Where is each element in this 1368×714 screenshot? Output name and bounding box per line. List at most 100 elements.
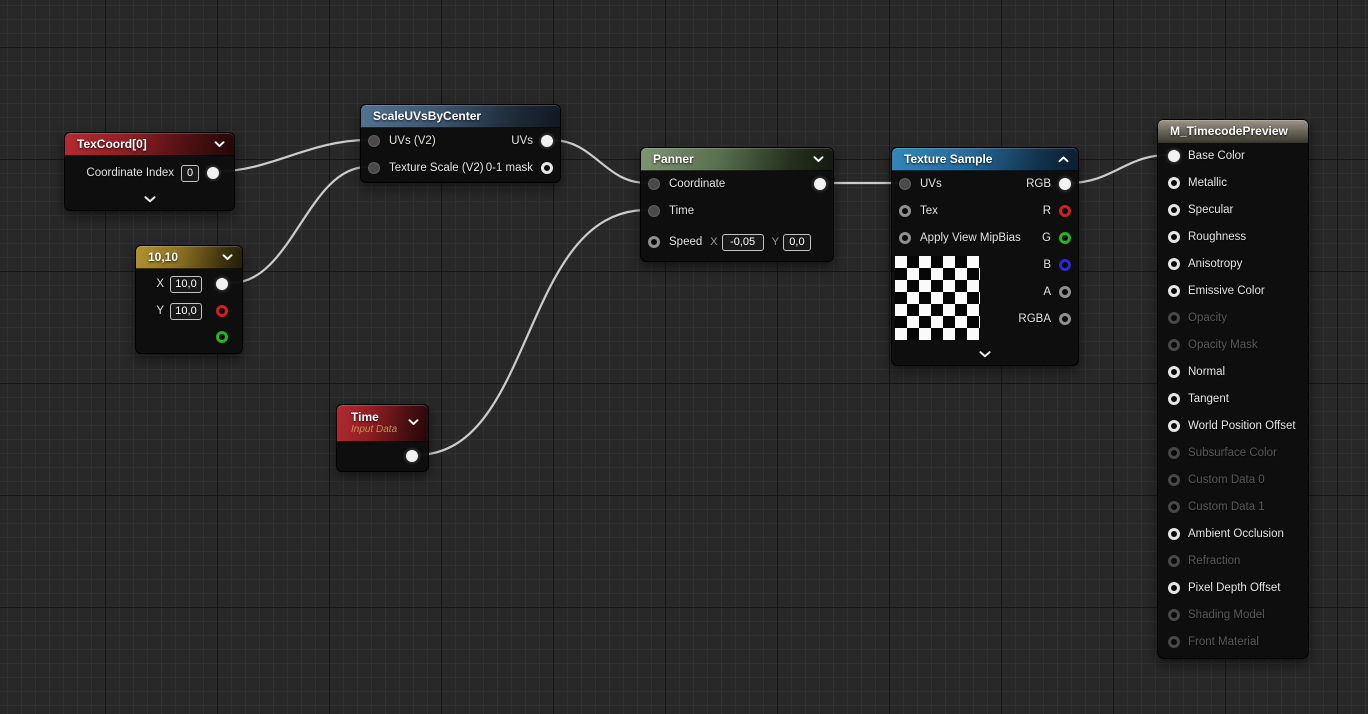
- chevron-up-icon[interactable]: [1058, 156, 1069, 163]
- wire-texturesample-to-material[interactable]: [1069, 155, 1168, 183]
- pin-label: B: [1043, 259, 1051, 271]
- node-time-header[interactable]: Time Input Data: [337, 405, 428, 442]
- chevron-down-icon[interactable]: [214, 141, 225, 148]
- output-pin-a[interactable]: [1059, 286, 1071, 298]
- input-pin-texture-scale[interactable]: [368, 162, 380, 174]
- speed-x-input[interactable]: [722, 234, 764, 251]
- wire-time-to-panner[interactable]: [416, 210, 647, 455]
- output-pin-vector[interactable]: [216, 278, 228, 290]
- pin-label: Opacity: [1188, 312, 1227, 324]
- pin-label: Speed: [669, 236, 702, 248]
- x-value-input[interactable]: [170, 276, 202, 293]
- node-scale-uvs-by-center[interactable]: ScaleUVsByCenter UVs (V2) UVs Texture Sc…: [360, 104, 561, 183]
- node-panner[interactable]: Panner Coordinate Time Speed X Y: [640, 147, 834, 262]
- input-pin-normal[interactable]: [1168, 366, 1180, 378]
- node-texcoord[interactable]: TexCoord[0] Coordinate Index: [64, 132, 235, 211]
- input-pin-ambient-occlusion[interactable]: [1168, 528, 1180, 540]
- coordinate-index-row: Coordinate Index: [86, 166, 226, 180]
- input-pin-world-position-offset[interactable]: [1168, 420, 1180, 432]
- speed-x-label: X: [710, 236, 717, 248]
- input-pin-coordinate[interactable]: [648, 178, 660, 190]
- material-row-specular: Specular: [1158, 203, 1233, 217]
- input-pin-tangent[interactable]: [1168, 393, 1180, 405]
- graph-canvas[interactable]: TexCoord[0] Coordinate Index ScaleUVsByC…: [0, 0, 1368, 714]
- input-pin-tex[interactable]: [899, 205, 911, 217]
- output-pin-rgb[interactable]: [1059, 178, 1071, 190]
- coordinate-index-input[interactable]: [181, 165, 199, 182]
- pin-label: Coordinate: [669, 178, 725, 190]
- node-time[interactable]: Time Input Data: [336, 404, 429, 472]
- output-pin-r[interactable]: [216, 305, 228, 317]
- wire-const2vector-to-scaleuvs[interactable]: [231, 167, 367, 283]
- output-row-g: G: [1042, 231, 1078, 245]
- pin-label: Anisotropy: [1188, 258, 1242, 270]
- node-title: Texture Sample: [904, 152, 992, 166]
- pin-label: Base Color: [1188, 150, 1245, 162]
- output-pin-uvs[interactable]: [541, 135, 553, 147]
- output-pin-g[interactable]: [1059, 232, 1071, 244]
- input-pin-specular[interactable]: [1168, 204, 1180, 216]
- panner-output-pin[interactable]: [814, 178, 826, 190]
- input-row-coordinate: Coordinate: [641, 177, 725, 191]
- input-pin-shading-model[interactable]: [1168, 609, 1180, 621]
- node-material-header[interactable]: M_TimecodePreview: [1158, 120, 1308, 143]
- node-panner-header[interactable]: Panner: [641, 148, 833, 171]
- node-const2vector-header[interactable]: 10,10: [136, 246, 242, 269]
- wire-scaleuvs-to-panner[interactable]: [551, 140, 647, 183]
- input-pin-roughness[interactable]: [1168, 231, 1180, 243]
- show-hidden-pins-chevron-icon[interactable]: [144, 196, 156, 203]
- output-pin-r[interactable]: [1059, 205, 1071, 217]
- input-pin-custom-data-0[interactable]: [1168, 474, 1180, 486]
- node-constant2vector[interactable]: 10,10 X Y: [135, 245, 243, 354]
- output-row-mask: 0-1 mask: [486, 161, 560, 175]
- pin-label: Front Material: [1188, 636, 1259, 648]
- input-pin-uvs[interactable]: [368, 135, 380, 147]
- node-title: Time: [351, 411, 379, 424]
- input-pin-emissive-color[interactable]: [1168, 285, 1180, 297]
- output-pin-b[interactable]: [1059, 259, 1071, 271]
- node-scaleuvs-header[interactable]: ScaleUVsByCenter: [361, 105, 560, 128]
- input-pin-opacity[interactable]: [1168, 312, 1180, 324]
- input-pin-anisotropy[interactable]: [1168, 258, 1180, 270]
- input-pin-pixel-depth-offset[interactable]: [1168, 582, 1180, 594]
- chevron-down-icon[interactable]: [813, 156, 824, 163]
- input-pin-uvs[interactable]: [899, 178, 911, 190]
- time-output-pin[interactable]: [406, 450, 418, 462]
- material-row-front-material: Front Material: [1158, 635, 1259, 649]
- texcoord-output-pin[interactable]: [207, 167, 219, 179]
- x-label: X: [156, 278, 164, 290]
- pin-label: UVs: [511, 135, 533, 147]
- material-row-metallic: Metallic: [1158, 176, 1227, 190]
- input-pin-custom-data-1[interactable]: [1168, 501, 1180, 513]
- input-pin-opacity-mask[interactable]: [1168, 339, 1180, 351]
- node-texture-sample-header[interactable]: Texture Sample: [892, 148, 1078, 171]
- pin-label: Metallic: [1188, 177, 1227, 189]
- y-value-input[interactable]: [170, 303, 202, 320]
- node-material-result[interactable]: M_TimecodePreview Base Color Metallic Sp…: [1157, 119, 1309, 659]
- input-pin-refraction[interactable]: [1168, 555, 1180, 567]
- output-pin-mask[interactable]: [541, 162, 553, 174]
- input-pin-speed[interactable]: [648, 236, 660, 248]
- output-row-r: R: [1043, 204, 1078, 218]
- input-pin-mipbias[interactable]: [899, 232, 911, 244]
- pin-label: Texture Scale (V2): [389, 162, 484, 174]
- input-pin-front-material[interactable]: [1168, 636, 1180, 648]
- chevron-down-icon[interactable]: [408, 419, 419, 426]
- input-pin-time[interactable]: [648, 205, 660, 217]
- wire-texcoord-to-scaleuvs[interactable]: [222, 140, 367, 171]
- output-pin-rgba[interactable]: [1059, 313, 1071, 325]
- pin-label: RGBA: [1018, 313, 1051, 325]
- speed-y-input[interactable]: [783, 234, 811, 251]
- input-pin-metallic[interactable]: [1168, 177, 1180, 189]
- output-pin-g[interactable]: [216, 331, 228, 343]
- pin-label: G: [1042, 232, 1051, 244]
- node-texture-sample[interactable]: Texture Sample UVs Tex Apply View MipBia…: [891, 147, 1079, 366]
- y-value-row: Y: [156, 304, 235, 318]
- chevron-down-icon[interactable]: [222, 254, 233, 261]
- input-pin-base-color[interactable]: [1168, 150, 1180, 162]
- input-pin-subsurface-color[interactable]: [1168, 447, 1180, 459]
- node-texcoord-header[interactable]: TexCoord[0]: [65, 133, 234, 156]
- y-label: Y: [156, 305, 164, 317]
- show-hidden-pins-chevron-icon[interactable]: [979, 351, 991, 358]
- pin-label: Opacity Mask: [1188, 339, 1258, 351]
